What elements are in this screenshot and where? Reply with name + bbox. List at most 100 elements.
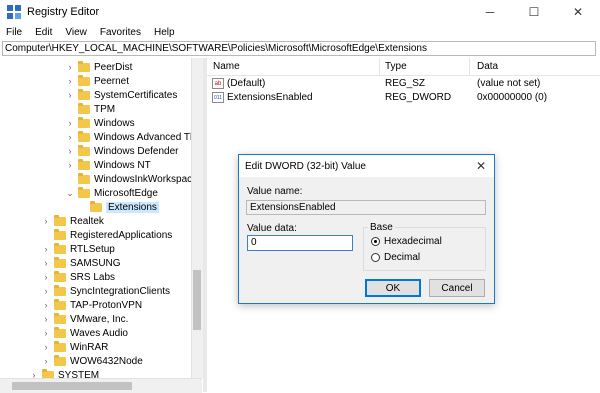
tree-item[interactable]: ›Windows Advanced Threat Protection <box>64 130 202 144</box>
column-divider[interactable] <box>469 58 470 75</box>
tree-item[interactable]: ⌄ MicrosoftEdge <box>64 186 158 200</box>
row-type: REG_SZ <box>385 78 426 89</box>
tree-item[interactable]: › Windows NT <box>64 158 151 172</box>
chevron-right-icon[interactable]: › <box>64 90 76 100</box>
tree-item[interactable]: RegisteredApplications <box>40 228 172 242</box>
chevron-right-icon[interactable]: › <box>64 62 76 72</box>
tree-item[interactable]: › Realtek <box>40 214 104 228</box>
tree-item[interactable]: › WOW6432Node <box>40 354 143 368</box>
window-title: Registry Editor <box>27 6 100 18</box>
base-label: Base <box>368 222 395 233</box>
chevron-right-icon[interactable]: › <box>40 258 52 268</box>
maximize-button[interactable]: ☐ <box>512 0 556 24</box>
folder-open-icon <box>90 200 102 212</box>
tree-item[interactable]: › WinRAR <box>40 340 108 354</box>
chevron-right-icon[interactable]: › <box>40 272 52 282</box>
folder-icon <box>78 116 90 128</box>
ok-button[interactable]: OK <box>365 279 421 297</box>
chevron-right-icon[interactable]: › <box>40 342 52 352</box>
chevron-right-icon[interactable]: › <box>40 356 52 366</box>
folder-icon <box>54 326 66 338</box>
tree-hscroll-thumb[interactable] <box>12 382 132 390</box>
tree-item[interactable]: › Windows <box>64 116 135 130</box>
chevron-right-icon[interactable]: › <box>40 300 52 310</box>
chevron-right-icon[interactable]: › <box>64 132 76 142</box>
decimal-radio[interactable]: Decimal <box>371 252 420 263</box>
minimize-button[interactable]: ─ <box>468 0 512 24</box>
list-row[interactable]: 011 ExtensionsEnabled REG_DWORD 0x000000… <box>207 91 600 105</box>
decimal-label: Decimal <box>384 252 421 263</box>
tree-item[interactable]: › Windows Defender <box>64 144 178 158</box>
folder-icon <box>54 312 66 324</box>
registry-tree: › PeerDist › Peernet › SystemCertificates T… <box>0 58 202 392</box>
tree-item[interactable]: › Peernet <box>64 74 129 88</box>
radio-selected-icon <box>371 237 380 246</box>
chevron-right-icon[interactable]: › <box>64 146 76 156</box>
tree-item[interactable]: › PeerDist <box>64 60 132 74</box>
value-name-field: ExtensionsEnabled <box>246 200 486 215</box>
tree-item[interactable]: › Waves Audio <box>40 326 128 340</box>
tree-item[interactable]: › SyncIntegrationClients <box>40 284 170 298</box>
chevron-right-icon[interactable]: › <box>64 118 76 128</box>
column-type[interactable]: Type <box>385 61 407 72</box>
tree-item[interactable]: › SAMSUNG <box>40 256 121 270</box>
row-name: (Default) <box>227 78 266 89</box>
chevron-right-icon[interactable]: › <box>40 216 52 226</box>
row-data: 0x00000000 (0) <box>477 92 548 103</box>
address-bar[interactable]: Computer\HKEY_LOCAL_MACHINE\SOFTWARE\Pol… <box>2 41 596 56</box>
folder-icon <box>54 354 66 366</box>
folder-icon <box>78 158 90 170</box>
tree-item[interactable]: › RTLSetup <box>40 242 115 256</box>
tree-item[interactable]: WindowsInkWorkspace <box>64 172 198 186</box>
tree-item[interactable]: › VMware, Inc. <box>40 312 128 326</box>
tree-item[interactable]: › TAP-ProtonVPN <box>40 298 142 312</box>
folder-icon <box>54 340 66 352</box>
registry-editor-icon <box>7 5 21 19</box>
menu-favorites[interactable]: Favorites <box>94 27 148 38</box>
menu-file[interactable]: File <box>0 27 29 38</box>
binary-value-icon: 011 <box>212 92 224 103</box>
tree-item-selected[interactable]: Extensions <box>76 200 159 214</box>
tree-item[interactable]: › SRS Labs <box>40 270 115 284</box>
dialog-close-button[interactable]: ✕ <box>468 155 494 177</box>
cancel-button[interactable]: Cancel <box>429 279 485 297</box>
chevron-right-icon[interactable]: › <box>40 244 52 254</box>
base-groupbox <box>363 227 486 271</box>
edit-dword-dialog: Edit DWORD (32-bit) Value ✕ Value name: … <box>238 154 495 304</box>
string-value-icon: ab <box>212 78 224 89</box>
folder-icon <box>54 228 66 240</box>
list-row[interactable]: ab (Default) REG_SZ (value not set) <box>207 77 600 91</box>
folder-icon <box>54 242 66 254</box>
folder-icon <box>54 256 66 268</box>
column-name[interactable]: Name <box>213 61 240 72</box>
chevron-right-icon[interactable]: › <box>40 314 52 324</box>
folder-icon <box>78 88 90 100</box>
folder-icon <box>54 298 66 310</box>
row-type: REG_DWORD <box>385 92 452 103</box>
tree-vertical-scrollbar[interactable] <box>191 58 203 378</box>
chevron-right-icon[interactable]: › <box>64 160 76 170</box>
folder-icon <box>54 284 66 296</box>
folder-icon <box>78 60 90 72</box>
value-data-input[interactable]: 0 <box>247 235 353 251</box>
chevron-down-icon[interactable]: ⌄ <box>64 188 76 199</box>
dialog-title-bar: Edit DWORD (32-bit) Value ✕ <box>239 155 494 177</box>
tree-scroll-thumb[interactable] <box>193 270 201 330</box>
radio-unselected-icon <box>371 253 380 262</box>
column-divider[interactable] <box>379 58 380 75</box>
column-data[interactable]: Data <box>477 61 498 72</box>
chevron-right-icon[interactable]: › <box>40 286 52 296</box>
folder-icon <box>78 172 90 184</box>
menu-bar: File Edit View Favorites Help <box>0 24 600 40</box>
hexadecimal-radio[interactable]: Hexadecimal <box>371 236 442 247</box>
chevron-right-icon[interactable]: › <box>40 328 52 338</box>
menu-edit[interactable]: Edit <box>29 27 59 38</box>
menu-view[interactable]: View <box>59 27 94 38</box>
menu-help[interactable]: Help <box>148 27 182 38</box>
close-button[interactable]: ✕ <box>556 0 600 24</box>
tree-item[interactable]: › SystemCertificates <box>64 88 177 102</box>
folder-icon <box>78 74 90 86</box>
row-name: ExtensionsEnabled <box>227 92 313 103</box>
tree-item[interactable]: TPM <box>64 102 115 116</box>
chevron-right-icon[interactable]: › <box>64 76 76 86</box>
